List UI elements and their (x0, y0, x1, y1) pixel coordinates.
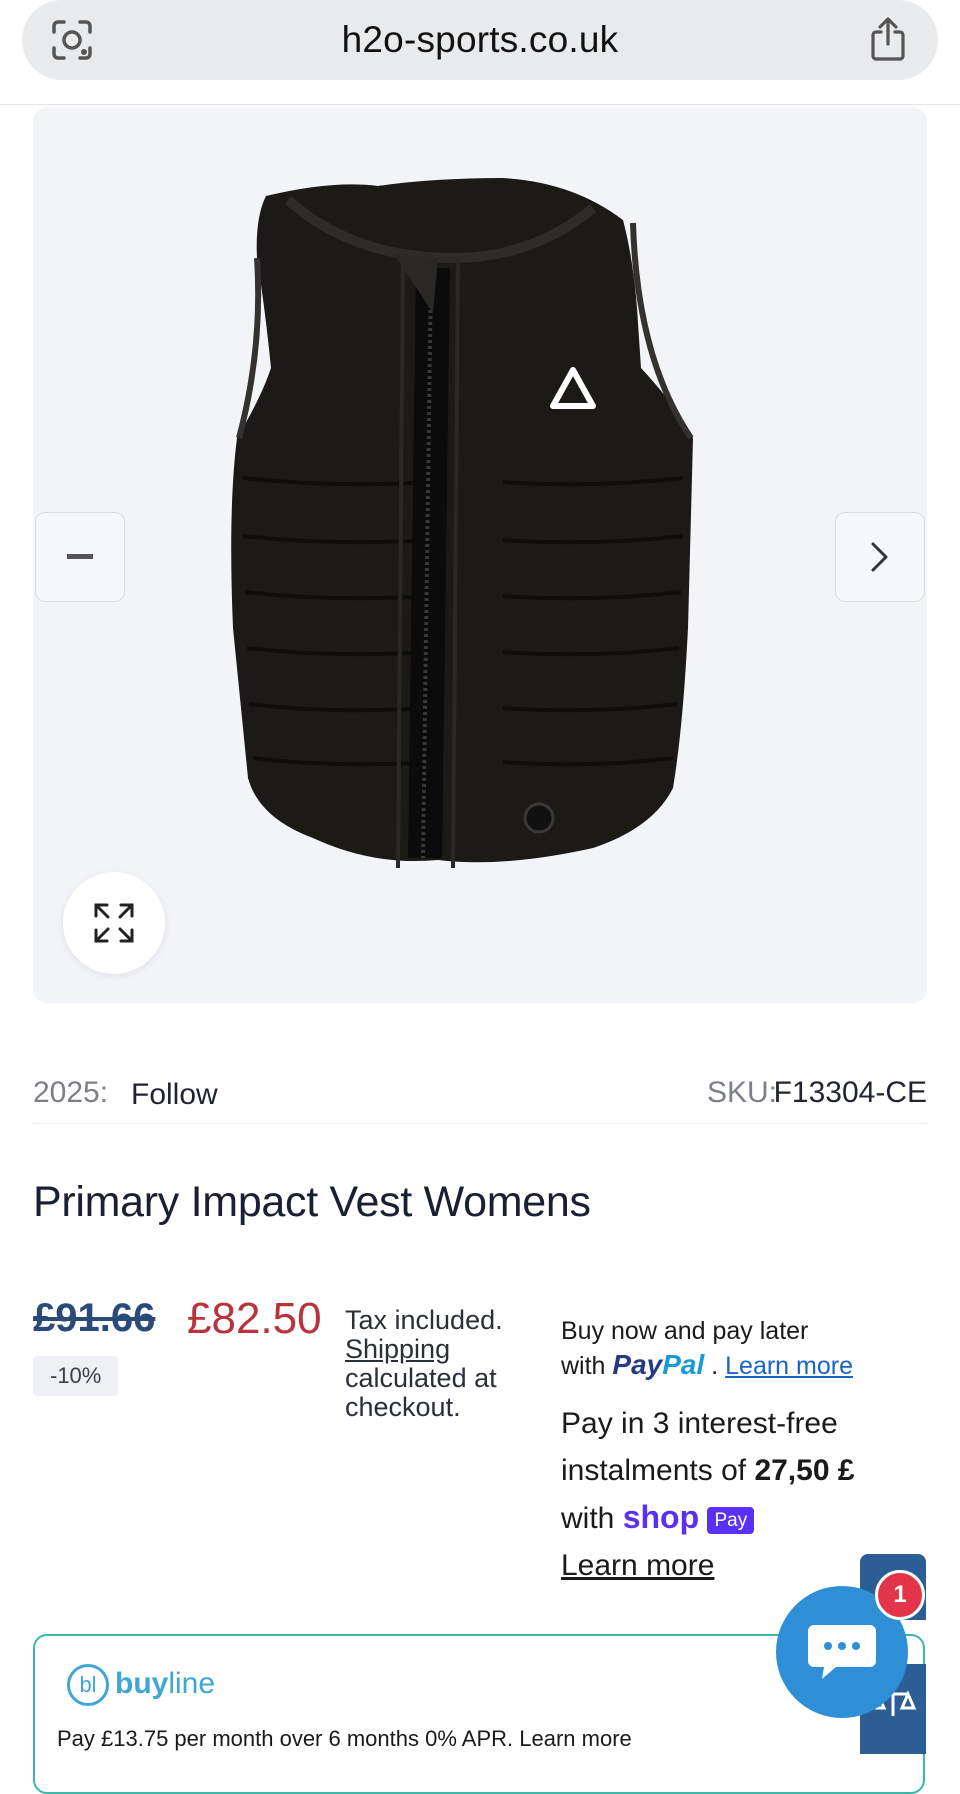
previous-image-button[interactable] (35, 512, 125, 602)
year-label: 2025: (33, 1076, 109, 1109)
chat-unread-badge: 1 (875, 1570, 925, 1620)
paypal-message: Buy now and pay later with PayPal . Lear… (561, 1314, 891, 1383)
chat-bubble-icon (808, 1625, 876, 1679)
buyline-logo-buy: buy (115, 1666, 169, 1700)
expand-icon (94, 903, 134, 943)
discount-badge: -10% (33, 1356, 119, 1396)
product-image[interactable] (33, 108, 927, 1003)
buyline-logo: bl buyline (67, 1664, 215, 1706)
buyline-text: Pay £13.75 per month over 6 months 0% AP… (57, 1726, 632, 1751)
year-value: Follow (131, 1078, 218, 1111)
url-domain: h2o-sports.co.uk (341, 19, 619, 60)
zoom-image-button[interactable] (63, 872, 165, 974)
shop-pay-badge: Pay (707, 1506, 755, 1534)
sku-value: F13304-CE (773, 1076, 927, 1109)
chevron-right-icon (871, 542, 888, 572)
next-image-button[interactable] (835, 512, 925, 602)
minus-icon (67, 554, 93, 559)
shoppay-amount: 27,50 £ (754, 1454, 855, 1487)
product-title: Primary Impact Vest Womens (33, 1178, 591, 1226)
shoppay-with: with (561, 1502, 615, 1535)
shoppay-message: Pay in 3 interest-free instalments of 27… (561, 1400, 901, 1589)
sale-price: £82.50 (187, 1294, 322, 1343)
address-bar[interactable]: h2o-sports.co.uk (22, 0, 938, 80)
tax-text: Tax included. (345, 1305, 503, 1335)
shop-logo: shop (622, 1499, 700, 1535)
share-icon[interactable] (868, 16, 908, 62)
paypal-line1: Buy now and pay later (561, 1317, 809, 1345)
paypal-learn-more-link[interactable]: Learn more (725, 1352, 853, 1380)
buyline-logo-line: line (168, 1666, 216, 1700)
paypal-logo: PayPal (612, 1349, 704, 1380)
tax-text-2: calculated at checkout. (345, 1363, 497, 1422)
product-meta-row: 2025: Follow SKU: F13304-CE (33, 1060, 927, 1124)
shoppay-learn-more-link[interactable]: Learn more (561, 1549, 714, 1582)
paypal-logo-pay: Pay (612, 1349, 663, 1380)
browser-toolbar: h2o-sports.co.uk (0, 0, 960, 105)
paypal-logo-pal: Pal (662, 1349, 705, 1380)
paypal-sep: . (711, 1352, 719, 1380)
shipping-link[interactable]: Shipping (345, 1334, 450, 1364)
sku-label: SKU: (706, 1076, 777, 1109)
paypal-with: with (561, 1352, 606, 1380)
tax-note: Tax included. Shipping calculated at che… (345, 1306, 515, 1422)
original-price: £91.66 (33, 1296, 156, 1340)
buyline-logo-mark: bl (67, 1664, 109, 1706)
product-gallery (33, 108, 927, 1003)
